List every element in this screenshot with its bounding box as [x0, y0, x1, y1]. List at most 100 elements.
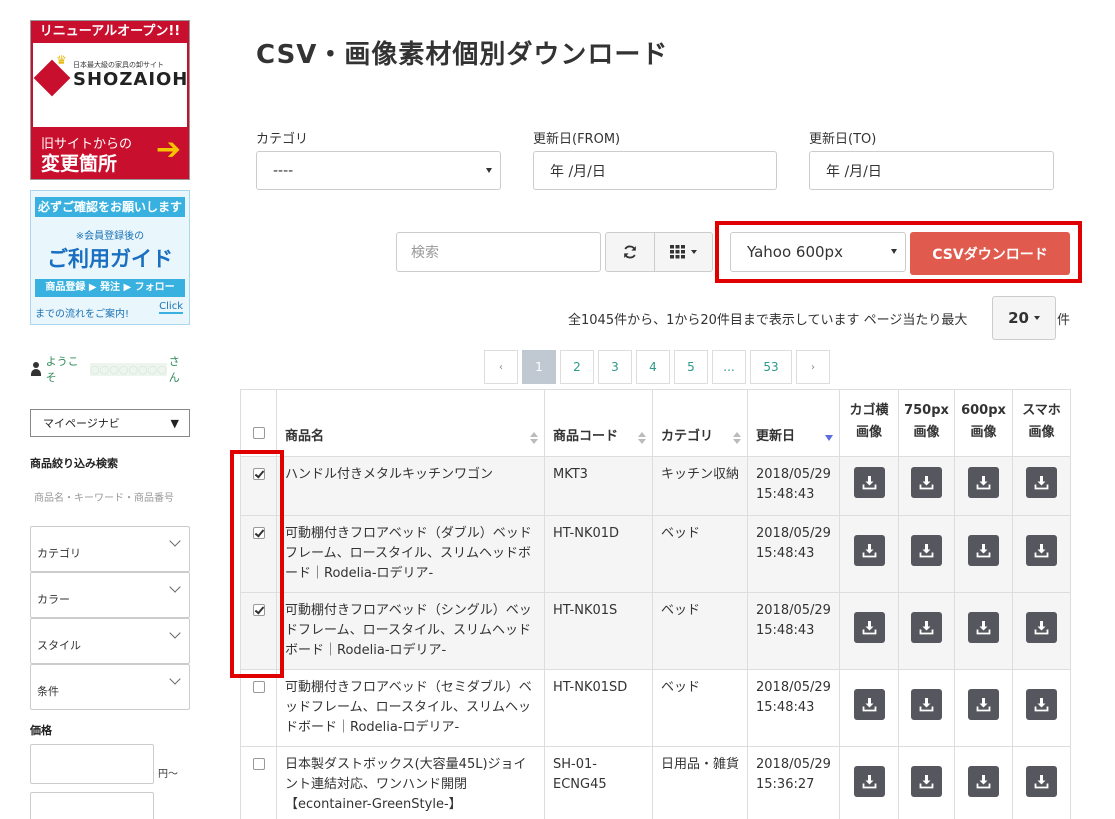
- col-code-header[interactable]: 商品コード: [544, 389, 653, 457]
- filter-category[interactable]: カテゴリ: [30, 526, 190, 572]
- keyword-search-input[interactable]: 商品名・キーワード・商品番号: [30, 489, 190, 504]
- columns-toggle-button[interactable]: [654, 232, 713, 272]
- banner-change-area: 旧サイトからの 変更箇所 ➔: [33, 127, 187, 177]
- col-600-image-header: 600px 画像: [954, 389, 1013, 457]
- col-category-header[interactable]: カテゴリ: [652, 389, 748, 457]
- 600-image-download-button[interactable]: [968, 689, 999, 720]
- cart-image-download-button[interactable]: [853, 689, 885, 720]
- date-to-value: 年 /月/日: [826, 163, 882, 180]
- cart-image-download-button[interactable]: [853, 612, 885, 643]
- page-53[interactable]: 53: [750, 350, 792, 384]
- 750-image-cell: [898, 456, 955, 516]
- renewal-banner[interactable]: リニューアルオープン!! ♛ 日本最大級の家具の卸サイト SHOZAIOH 旧サ…: [30, 20, 190, 180]
- sort-icon: [530, 432, 538, 444]
- page-prev[interactable]: ‹: [484, 350, 518, 384]
- filter-style[interactable]: スタイル: [30, 618, 190, 664]
- guide-banner[interactable]: 必ずご確認をお願いします ※会員登録後の ご利用ガイド 商品登録 ▶ 発注 ▶ …: [30, 190, 190, 325]
- caret-down-icon: [691, 250, 697, 254]
- smartphone-image-download-button[interactable]: [1026, 689, 1057, 720]
- filter-color[interactable]: カラー: [30, 572, 190, 618]
- updated-date: 2018/05/29: [756, 757, 831, 772]
- 750-image-cell: [898, 515, 955, 593]
- smartphone-image-download-button[interactable]: [1026, 766, 1057, 797]
- updated-cell: 2018/05/29 15:48:43: [747, 456, 840, 516]
- row-checkbox[interactable]: [252, 681, 265, 693]
- price-min-input[interactable]: [30, 744, 154, 784]
- 600-image-download-button[interactable]: [968, 766, 999, 797]
- smartphone-image-download-button[interactable]: [1026, 535, 1057, 566]
- page-2[interactable]: 2: [560, 350, 594, 384]
- chevron-down-icon: [169, 535, 181, 547]
- col-updated-header[interactable]: 更新日: [747, 389, 840, 457]
- cart-image-download-button[interactable]: [853, 535, 885, 566]
- date-from-input[interactable]: 年 /月/日: [533, 151, 777, 190]
- 600-image-download-button[interactable]: [968, 535, 999, 566]
- search-input[interactable]: 検索: [396, 232, 601, 272]
- product-name-cell: 日本製ダストボックス(大容量45L)ジョイント連結対応、ワンハンド開閉【econ…: [276, 746, 545, 819]
- cart-image-download-button[interactable]: [853, 766, 885, 797]
- per-page-select[interactable]: 20: [992, 296, 1056, 340]
- smartphone-image-download-button[interactable]: [1026, 467, 1057, 498]
- product-table: 商品名 商品コード カテゴリ 更新日 カゴ横 画像 750px 画像 600px 画像…: [240, 389, 1071, 819]
- header-label: カテゴリ: [661, 429, 714, 444]
- mypage-nav-select[interactable]: マイページナビ ▼: [30, 409, 190, 437]
- col-name-header[interactable]: 商品名: [276, 389, 545, 457]
- price-max-input[interactable]: [30, 792, 154, 819]
- header-line: 600px: [961, 403, 1006, 418]
- updated-date: 2018/05/29: [756, 680, 831, 695]
- page-3[interactable]: 3: [598, 350, 632, 384]
- row-checkbox[interactable]: [252, 758, 265, 770]
- user-icon: [30, 362, 41, 376]
- header-label: 商品コード: [553, 429, 619, 444]
- smartphone-image-cell: [1012, 456, 1071, 516]
- header-label: 商品名: [285, 429, 325, 444]
- 750-image-cell: [898, 592, 955, 670]
- table-row[interactable]: 日本製ダストボックス(大容量45L)ジョイント連結対応、ワンハンド開閉【econ…: [240, 746, 1071, 819]
- filter-condition[interactable]: 条件: [30, 664, 190, 710]
- date-to-input[interactable]: 年 /月/日: [809, 151, 1054, 190]
- table-row[interactable]: 可動棚付きフロアベッド（セミダブル）ベッドフレーム、ロースタイル、スリムヘッドボ…: [240, 669, 1071, 747]
- welcome-prefix: ようこそ: [45, 355, 79, 384]
- smartphone-image-cell: [1012, 746, 1071, 819]
- page-5[interactable]: 5: [674, 350, 708, 384]
- 750-image-download-button[interactable]: [911, 612, 942, 643]
- row-select-cell: [240, 669, 277, 747]
- product-name-cell: 可動棚付きフロアベッド（シングル）ベッドフレーム、ロースタイル、スリムヘッドボー…: [276, 592, 545, 670]
- product-name-cell: 可動棚付きフロアベッド（ダブル）ベッドフレーム、ロースタイル、スリムヘッドボード…: [276, 515, 545, 593]
- caret-down-icon: [1033, 316, 1040, 320]
- page-next[interactable]: ›: [796, 350, 830, 384]
- page-4[interactable]: 4: [636, 350, 670, 384]
- updated-date: 2018/05/29: [756, 467, 831, 482]
- guide-banner-foot: までの流れをご案内!: [35, 309, 130, 320]
- page-title: CSV・画像素材個別ダウンロード: [256, 40, 669, 70]
- table-row[interactable]: 可動棚付きフロアベッド（シングル）ベッドフレーム、ロースタイル、スリムヘッドボー…: [240, 592, 1071, 670]
- csv-download-button[interactable]: CSVダウンロード: [910, 232, 1070, 275]
- category-select[interactable]: ----: [256, 151, 501, 190]
- header-line: 750px: [904, 403, 949, 418]
- table-row[interactable]: 可動棚付きフロアベッド（ダブル）ベッドフレーム、ロースタイル、スリムヘッドボード…: [240, 515, 1071, 593]
- per-page-unit: 件: [1057, 313, 1071, 328]
- 750-image-download-button[interactable]: [911, 535, 942, 566]
- chevron-down-icon: [169, 673, 181, 685]
- smartphone-image-download-button[interactable]: [1026, 612, 1057, 643]
- product-code-cell: HT-NK01D: [544, 515, 653, 593]
- category-select-value: ----: [273, 162, 294, 179]
- cart-image-download-button[interactable]: [853, 467, 885, 498]
- filter-label: カテゴリ: [37, 547, 81, 560]
- banner-renewal-text: リニューアルオープン!!: [31, 21, 189, 43]
- price-heading: 価格: [30, 724, 52, 737]
- product-name-cell: ハンドル付きメタルキッチンワゴン: [276, 456, 545, 516]
- page-1[interactable]: 1: [522, 350, 556, 384]
- 600-image-download-button[interactable]: [968, 612, 999, 643]
- result-summary: 全1045件から、1から20件目まで表示しています ページ当たり最大: [568, 313, 968, 328]
- refresh-button[interactable]: [605, 232, 655, 272]
- 750-image-download-button[interactable]: [911, 689, 942, 720]
- table-row[interactable]: ハンドル付きメタルキッチンワゴン MKT3 キッチン収納 2018/05/29 15:4…: [240, 456, 1071, 516]
- 750-image-download-button[interactable]: [911, 467, 942, 498]
- date-from-label: 更新日(FROM): [533, 132, 621, 147]
- image-size-select[interactable]: Yahoo 600px: [730, 232, 906, 272]
- 750-image-download-button[interactable]: [911, 766, 942, 797]
- updated-time: 15:48:43: [756, 546, 815, 561]
- 600-image-download-button[interactable]: [968, 467, 999, 498]
- select-all-checkbox[interactable]: [252, 427, 265, 439]
